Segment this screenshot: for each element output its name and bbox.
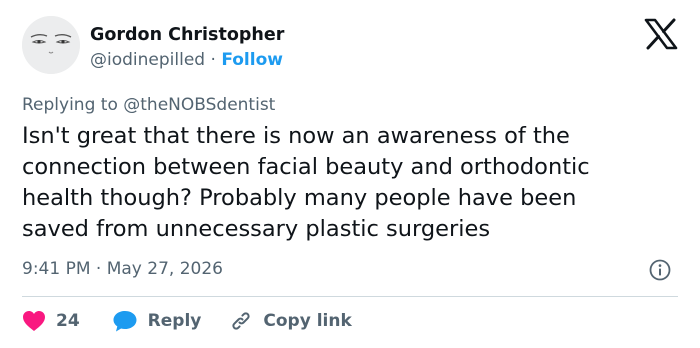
divider: [22, 296, 678, 297]
tweet-date: May 27, 2026: [106, 259, 223, 279]
heart-icon: [23, 311, 45, 331]
author-handle[interactable]: @iodinepilled: [90, 50, 205, 70]
tweet-timestamp[interactable]: 9:41 PM · May 27, 2026: [22, 258, 223, 280]
handle-separator: ·: [210, 50, 216, 70]
tweet-text-line: health though? Probably many people have…: [22, 185, 577, 211]
like-count: 24: [56, 311, 80, 331]
speech-bubble-icon: [113, 311, 137, 332]
tweet-text-line: Isn't great that there is now an awarene…: [22, 123, 570, 149]
x-logo-icon[interactable]: [644, 18, 678, 50]
follow-button[interactable]: Follow: [221, 50, 283, 70]
author-handle-row: @iodinepilled · Follow: [90, 48, 284, 72]
link-icon: [232, 312, 250, 330]
tweet-header: Gordon Christopher @iodinepilled · Follo…: [22, 16, 678, 82]
reply-button[interactable]: Reply: [112, 309, 202, 333]
tweet-actions: 24 Reply Copy link: [22, 308, 380, 334]
info-icon[interactable]: [648, 258, 672, 282]
timestamp-separator: ·: [95, 259, 102, 279]
tweet-text-line: connection between facial beauty and ort…: [22, 154, 590, 180]
reply-mention-link[interactable]: @theNOBSdentist: [123, 95, 275, 115]
reply-label: Reply: [147, 311, 202, 331]
avatar[interactable]: [22, 16, 80, 74]
copy-link-label: Copy link: [263, 311, 352, 331]
copy-link-button[interactable]: Copy link: [229, 309, 352, 333]
like-button[interactable]: 24: [22, 310, 80, 332]
tweet-text: Isn't great that there is now an awarene…: [22, 121, 682, 245]
author-display-name[interactable]: Gordon Christopher: [90, 24, 284, 46]
reply-context: Replying to @theNOBSdentist: [22, 94, 275, 116]
tweet-text-line: saved from unnecessary plastic surgeries: [22, 216, 491, 242]
face-avatar-icon: [22, 16, 80, 74]
tweet-time: 9:41 PM: [22, 259, 91, 279]
reply-prefix: Replying to: [22, 95, 118, 115]
